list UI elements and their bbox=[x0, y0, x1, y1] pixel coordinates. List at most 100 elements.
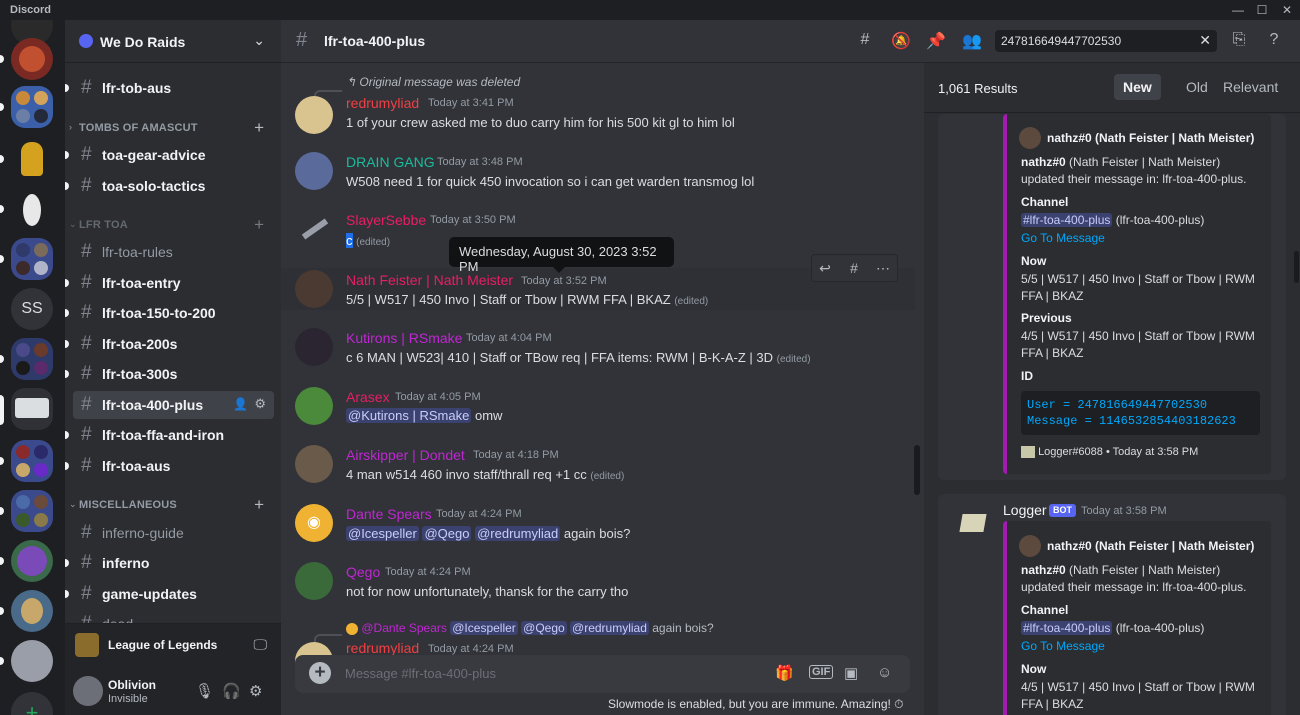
channel-toa-gear-advice[interactable]: # toa-gear-advice bbox=[65, 141, 274, 169]
server-icon[interactable] bbox=[11, 640, 53, 682]
avatar[interactable] bbox=[295, 210, 333, 248]
server-icon[interactable]: SS bbox=[11, 288, 53, 330]
avatar[interactable] bbox=[295, 387, 333, 425]
add-server-button[interactable]: + bbox=[11, 692, 53, 715]
reply-preview[interactable]: @Dante Spears @Icespeller @Qego @redrumy… bbox=[346, 621, 714, 635]
server-folder[interactable] bbox=[11, 490, 53, 532]
category-miscellaneous[interactable]: ⌄ MISCELLANEOUS + bbox=[69, 495, 274, 515]
message-author[interactable]: Dante Spears bbox=[346, 506, 432, 522]
channel-lfr-toa-entry[interactable]: # lfr-toa-entry bbox=[65, 269, 274, 297]
avatar[interactable] bbox=[295, 562, 333, 600]
go-to-message-link[interactable]: Go To Message bbox=[1021, 638, 1266, 655]
channel-toa-solo-tactics[interactable]: # toa-solo-tactics bbox=[65, 172, 274, 200]
clear-search-icon[interactable]: ✕ bbox=[1199, 32, 1211, 49]
close-window-button[interactable]: ✕ bbox=[1275, 2, 1299, 18]
activity-panel[interactable]: League of Legends 🖵 bbox=[65, 623, 281, 666]
more-icon[interactable]: ⋯ bbox=[872, 260, 894, 277]
maximize-button[interactable]: ☐ bbox=[1250, 2, 1274, 18]
results-scrollbar[interactable] bbox=[1294, 251, 1299, 283]
add-channel-icon[interactable]: + bbox=[254, 118, 264, 138]
reply-preview[interactable]: ↰ Original message was deleted bbox=[346, 75, 520, 89]
message-author[interactable]: Nath Feister | Nath Meister bbox=[346, 272, 513, 288]
avatar[interactable] bbox=[295, 152, 333, 190]
user-mention[interactable]: @Icespeller bbox=[346, 526, 419, 541]
channel-inferno-guide[interactable]: # inferno-guide bbox=[73, 519, 274, 547]
channel-lfr-toa-150-to-200[interactable]: # lfr-toa-150-to-200 bbox=[65, 299, 274, 327]
channel-inferno[interactable]: # inferno bbox=[65, 549, 274, 577]
channel-lfr-toa-ffa-and-iron[interactable]: # lfr-toa-ffa-and-iron bbox=[65, 421, 274, 449]
member-list-icon[interactable]: 👥 bbox=[961, 31, 983, 51]
channel-mention[interactable]: #lfr-toa-400-plus bbox=[1021, 621, 1113, 635]
message[interactable]: Arasex Today at 4:05 PM @Kutirons | RSma… bbox=[281, 387, 915, 429]
channel-lfr-tob-aus[interactable]: # lfr-tob-aus bbox=[65, 74, 274, 102]
message[interactable]: @Dante Spears @Icespeller @Qego @redrumy… bbox=[281, 620, 915, 680]
gear-icon[interactable]: ⚙ bbox=[254, 396, 266, 412]
channel-lfr-toa-aus[interactable]: # lfr-toa-aus bbox=[65, 452, 274, 480]
server-icon[interactable] bbox=[11, 38, 53, 80]
message-author[interactable]: redrumyliad bbox=[346, 640, 419, 656]
server-icon[interactable] bbox=[11, 138, 53, 180]
channel-lfr-toa-rules[interactable]: # lfr-toa-rules bbox=[73, 238, 274, 266]
invite-icon[interactable]: 👤 bbox=[233, 397, 248, 411]
sort-old-button[interactable]: Old bbox=[1177, 74, 1217, 100]
message-author[interactable]: SlayerSebbe bbox=[346, 212, 426, 228]
message[interactable]: Airskipper | Dondet Today at 4:18 PM 4 m… bbox=[281, 445, 915, 487]
help-icon[interactable]: ? bbox=[1263, 31, 1285, 49]
avatar[interactable]: ◉ bbox=[295, 504, 333, 542]
message-author[interactable]: Arasex bbox=[346, 389, 390, 405]
message-author[interactable]: Logger bbox=[1003, 502, 1047, 518]
avatar[interactable] bbox=[295, 270, 333, 308]
channel-lfr-toa-200s[interactable]: # lfr-toa-200s bbox=[65, 330, 274, 358]
user-mention[interactable]: @Kutirons | RSmake bbox=[346, 408, 472, 423]
attach-plus-icon[interactable]: + bbox=[309, 662, 331, 684]
message[interactable]: ↰ Original message was deleted redrumyli… bbox=[281, 72, 915, 134]
message-author[interactable]: redrumyliad bbox=[346, 95, 419, 111]
emoji-icon[interactable]: ☺ bbox=[877, 664, 892, 681]
create-thread-icon[interactable]: # bbox=[843, 260, 865, 276]
avatar[interactable] bbox=[295, 328, 333, 366]
message-author[interactable]: Qego bbox=[346, 564, 380, 580]
avatar[interactable] bbox=[295, 445, 333, 483]
server-folder[interactable] bbox=[11, 440, 53, 482]
message-input[interactable]: Message #lfr-toa-400-plus bbox=[345, 666, 496, 681]
threads-icon[interactable]: # bbox=[854, 31, 876, 49]
server-icon[interactable] bbox=[11, 188, 53, 230]
message-author[interactable]: Airskipper | Dondet bbox=[346, 447, 465, 463]
category-lfr-toa[interactable]: ⌄ LFR TOA + bbox=[69, 215, 274, 235]
mute-bell-icon[interactable]: 🔕 bbox=[890, 31, 912, 51]
message-author[interactable]: DRAIN GANG bbox=[346, 154, 435, 170]
server-icon[interactable] bbox=[11, 590, 53, 632]
search-input[interactable]: 247816649447702530 ✕ bbox=[995, 30, 1217, 52]
chat-scrollbar[interactable] bbox=[914, 445, 920, 495]
screen-share-icon[interactable]: 🖵 bbox=[254, 636, 268, 653]
sticker-icon[interactable]: ▣ bbox=[844, 664, 858, 682]
server-folder[interactable] bbox=[11, 86, 53, 128]
message[interactable]: Kutirons | RSmake Today at 4:04 PM c 6 M… bbox=[281, 328, 915, 370]
avatar[interactable] bbox=[73, 676, 103, 706]
avatar[interactable] bbox=[957, 506, 989, 538]
search-result[interactable]: Logger BOT Today at 3:58 PM nathz#0 (Nat… bbox=[938, 494, 1286, 715]
gift-icon[interactable]: 🎁 bbox=[775, 664, 794, 682]
server-folder[interactable] bbox=[11, 238, 53, 280]
server-folder[interactable] bbox=[11, 338, 53, 380]
reply-icon[interactable]: ↩ bbox=[814, 260, 836, 277]
message[interactable]: ◉ Dante Spears Today at 4:24 PM @Icespel… bbox=[281, 504, 915, 546]
message-timestamp[interactable]: Today at 3:52 PM bbox=[521, 275, 607, 287]
microphone-icon[interactable]: 🎙 bbox=[195, 682, 214, 700]
add-channel-icon[interactable]: + bbox=[254, 215, 264, 235]
headphones-icon[interactable]: 🎧 bbox=[222, 682, 241, 700]
message-author[interactable]: Kutirons | RSmake bbox=[346, 330, 462, 346]
server-icon[interactable] bbox=[11, 540, 53, 582]
inbox-icon[interactable]: ⎘ bbox=[1228, 31, 1250, 49]
sort-relevant-button[interactable]: Relevant bbox=[1214, 74, 1287, 100]
pin-icon[interactable]: 📌 bbox=[925, 31, 947, 51]
channel-lfr-toa-300s[interactable]: # lfr-toa-300s bbox=[65, 360, 274, 388]
user-mention[interactable]: @Qego bbox=[422, 526, 472, 541]
add-channel-icon[interactable]: + bbox=[254, 495, 264, 515]
server-icon[interactable] bbox=[11, 388, 53, 430]
go-to-message-link[interactable]: Go To Message bbox=[1021, 230, 1266, 247]
search-result[interactable]: nathz#0 (Nath Feister | Nath Meister) na… bbox=[938, 114, 1286, 480]
channel-mention[interactable]: #lfr-toa-400-plus bbox=[1021, 213, 1113, 227]
user-mention[interactable]: @redrumyliad bbox=[475, 526, 561, 541]
sort-new-button[interactable]: New bbox=[1114, 74, 1161, 100]
